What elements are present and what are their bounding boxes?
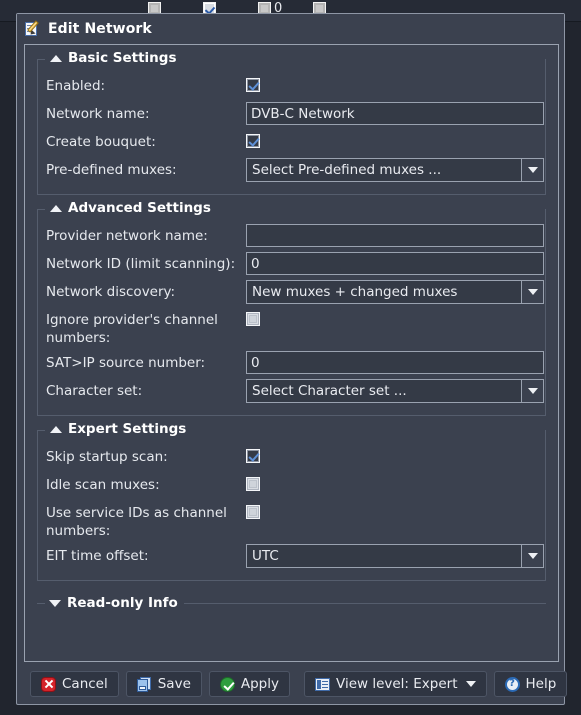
section-title-expert: Expert Settings: [68, 421, 187, 437]
section-header-basic-settings[interactable]: Basic Settings: [46, 50, 183, 66]
row-create-bouquet: Create bouquet:: [46, 128, 537, 156]
triangle-up-icon[interactable]: [50, 425, 62, 433]
combo-value-character-set: Select Character set ...: [252, 383, 407, 399]
label-ignore-provider-channel-numbers: Ignore provider's channel numbers:: [46, 312, 218, 346]
section-advanced-settings: Advanced Settings Provider network name:…: [37, 200, 546, 416]
checkbox-idle-scan-muxes[interactable]: [246, 477, 260, 491]
section-readonly-info: Read-only Info: [37, 595, 546, 611]
row-ignore-provider-channel-numbers: Ignore provider's channel numbers:: [46, 306, 537, 349]
input-provider-network-name[interactable]: [246, 224, 544, 247]
section-title-readonly: Read-only Info: [67, 595, 178, 611]
combo-network-discovery[interactable]: New muxes + changed muxes: [246, 280, 544, 304]
edit-pencil-icon: [25, 20, 41, 37]
checkbox-enabled[interactable]: [246, 78, 260, 92]
page-right-gutter: [565, 22, 581, 715]
dialog-toolbar: Cancel Save Apply View level: Expert ? H…: [24, 667, 568, 701]
triangle-down-icon[interactable]: [49, 599, 61, 607]
form-scroll-area: Basic Settings Enabled: Network name: Cr…: [25, 45, 558, 661]
input-network-name[interactable]: [246, 102, 544, 125]
view-level-button-label: View level: Expert: [336, 676, 458, 692]
save-button[interactable]: Save: [125, 671, 202, 697]
label-predefined-muxes: Pre-defined muxes:: [46, 162, 177, 178]
view-level-button[interactable]: View level: Expert: [304, 671, 487, 697]
checkbox-skip-startup-scan[interactable]: [246, 449, 260, 463]
help-button-label: Help: [525, 676, 557, 692]
apply-button[interactable]: Apply: [208, 671, 290, 697]
input-network-id[interactable]: [246, 252, 544, 275]
row-enabled: Enabled:: [46, 72, 537, 100]
apply-check-icon: [219, 676, 235, 692]
combo-value-eit-time-offset: UTC: [252, 548, 279, 564]
view-level-icon: [315, 677, 330, 691]
row-eit-time-offset: EIT time offset: UTC: [46, 542, 544, 570]
row-provider-network-name: Provider network name:: [46, 222, 544, 250]
section-header-advanced-settings[interactable]: Advanced Settings: [46, 200, 217, 216]
label-provider-network-name: Provider network name:: [46, 228, 208, 244]
combo-value-predefined-muxes: Select Pre-defined muxes ...: [252, 162, 442, 178]
help-button[interactable]: ? Help: [493, 671, 568, 697]
combo-character-set[interactable]: Select Character set ...: [246, 379, 544, 403]
row-network-discovery: Network discovery: New muxes + changed m…: [46, 278, 544, 306]
label-skip-startup-scan: Skip startup scan:: [46, 449, 168, 465]
combo-eit-time-offset[interactable]: UTC: [246, 544, 544, 568]
label-satip-source-number: SAT>IP source number:: [46, 355, 206, 371]
save-icon: [136, 676, 152, 692]
input-satip-source-number[interactable]: [246, 351, 544, 374]
chevron-down-icon[interactable]: [521, 380, 543, 402]
save-button-label: Save: [157, 676, 191, 692]
triangle-up-icon[interactable]: [50, 54, 62, 62]
label-eit-time-offset: EIT time offset:: [46, 548, 149, 564]
row-skip-startup-scan: Skip startup scan:: [46, 443, 537, 471]
help-icon: ?: [504, 676, 520, 692]
label-use-service-ids: Use service IDs as channel numbers:: [46, 505, 227, 539]
chevron-down-icon[interactable]: [521, 545, 543, 567]
combo-value-network-discovery: New muxes + changed muxes: [252, 284, 458, 300]
row-predefined-muxes: Pre-defined muxes: Select Pre-defined mu…: [46, 156, 544, 184]
label-network-discovery: Network discovery:: [46, 284, 176, 300]
row-satip-source-number: SAT>IP source number:: [46, 349, 544, 377]
row-use-service-ids: Use service IDs as channel numbers:: [46, 499, 537, 542]
cancel-button-label: Cancel: [62, 676, 108, 692]
apply-button-label: Apply: [240, 676, 279, 692]
chevron-down-icon[interactable]: [521, 159, 543, 181]
dialog-title: Edit Network: [48, 21, 152, 37]
section-title-basic: Basic Settings: [68, 50, 177, 66]
dialog-titlebar: Edit Network: [17, 14, 564, 40]
section-header-expert-settings[interactable]: Expert Settings: [46, 421, 193, 437]
cancel-button[interactable]: Cancel: [30, 671, 119, 697]
edit-network-dialog: Edit Network Basic Settings Enabled: Net…: [16, 13, 568, 705]
combo-predefined-muxes[interactable]: Select Pre-defined muxes ...: [246, 158, 544, 182]
label-enabled: Enabled:: [46, 78, 106, 94]
row-network-id: Network ID (limit scanning):: [46, 250, 544, 278]
row-network-name: Network name:: [46, 100, 544, 128]
page-bottom-gutter: [0, 709, 581, 715]
chevron-down-icon[interactable]: [465, 681, 476, 687]
section-basic-settings: Basic Settings Enabled: Network name: Cr…: [37, 50, 546, 195]
row-character-set: Character set: Select Character set ...: [46, 377, 544, 405]
checkbox-create-bouquet[interactable]: [246, 134, 260, 148]
section-title-advanced: Advanced Settings: [68, 200, 211, 216]
checkbox-use-service-ids[interactable]: [246, 505, 260, 519]
row-idle-scan-muxes: Idle scan muxes:: [46, 471, 537, 499]
label-idle-scan-muxes: Idle scan muxes:: [46, 477, 160, 493]
label-network-id: Network ID (limit scanning):: [46, 256, 236, 272]
cancel-icon: [41, 676, 56, 692]
checkbox-ignore-provider-channel-numbers[interactable]: [246, 312, 260, 326]
chevron-down-icon[interactable]: [521, 281, 543, 303]
triangle-up-icon[interactable]: [50, 204, 62, 212]
dialog-body-panel: Basic Settings Enabled: Network name: Cr…: [24, 44, 559, 662]
section-expert-settings: Expert Settings Skip startup scan: Idle …: [37, 421, 546, 581]
section-header-readonly-info[interactable]: Read-only Info: [45, 595, 184, 611]
label-character-set: Character set:: [46, 383, 143, 399]
label-create-bouquet: Create bouquet:: [46, 134, 156, 150]
label-network-name: Network name:: [46, 106, 150, 122]
